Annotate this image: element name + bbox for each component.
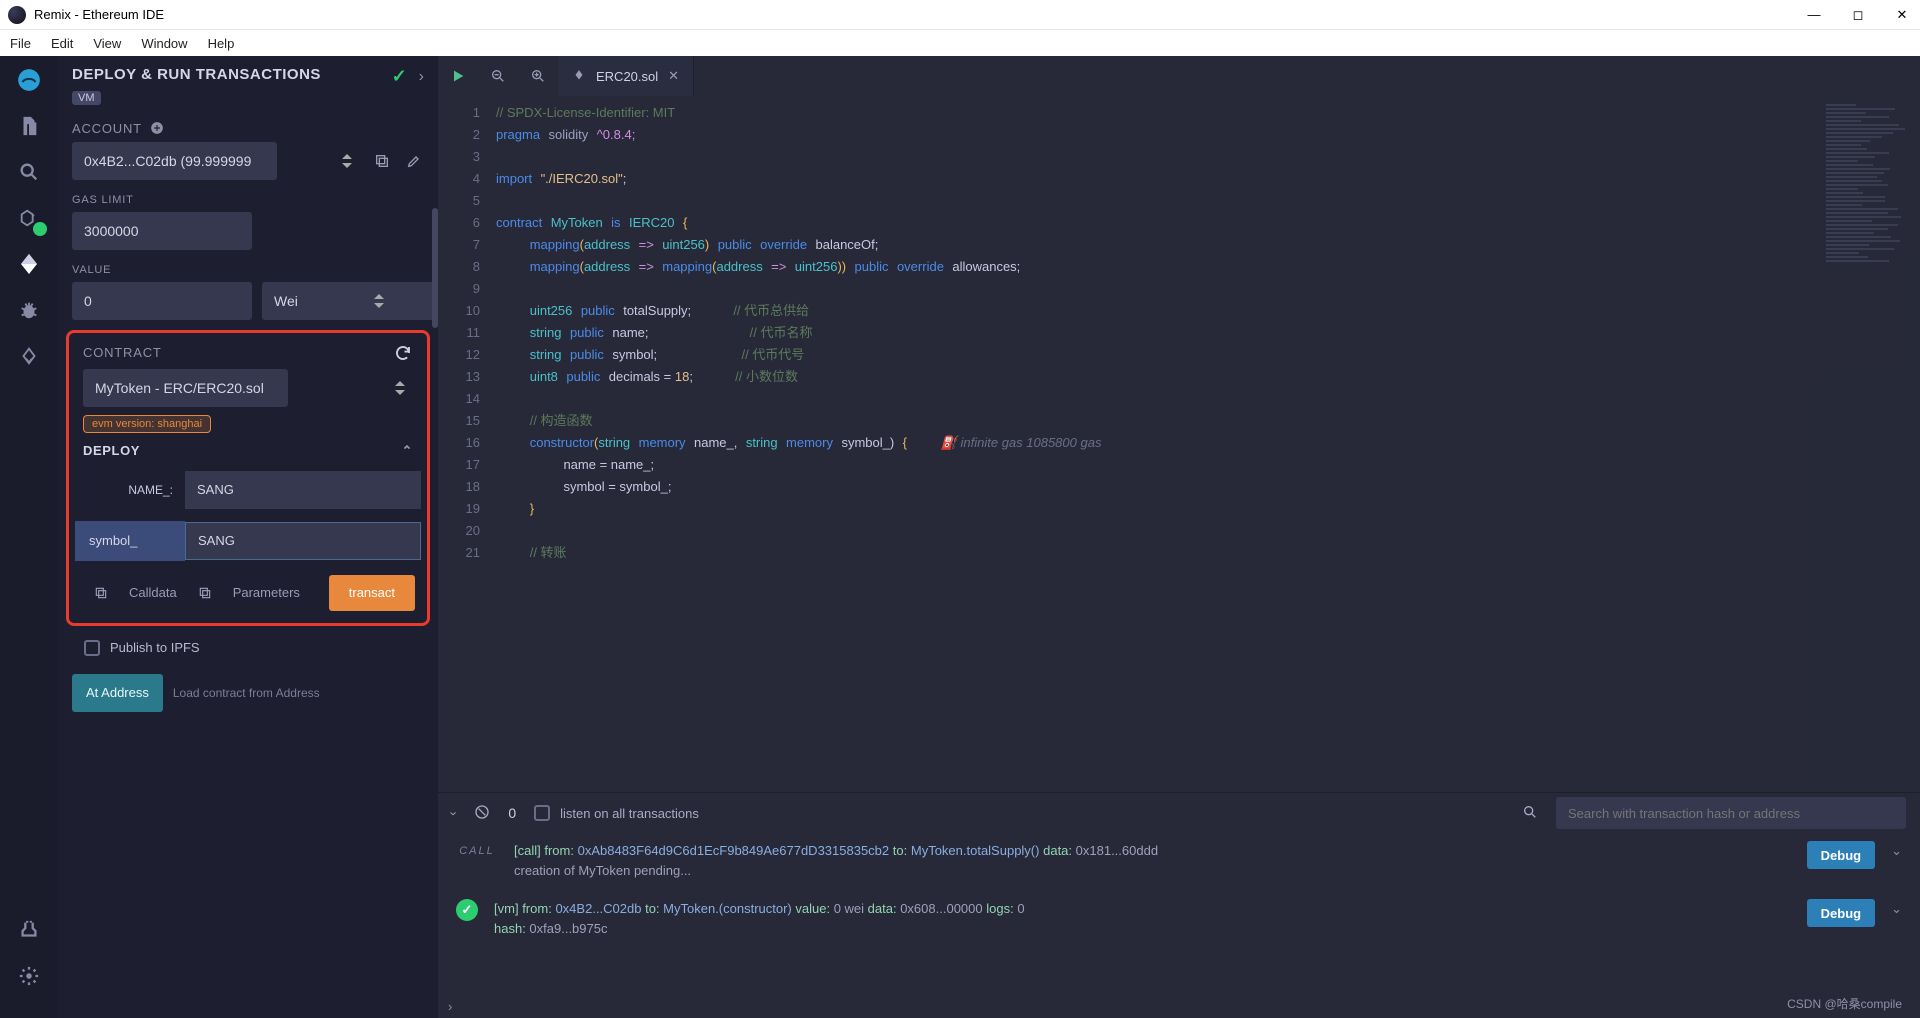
value-label: VALUE bbox=[58, 250, 438, 282]
call-badge: CALL bbox=[456, 841, 498, 861]
gas-limit-input[interactable] bbox=[72, 212, 252, 250]
expand-log-icon[interactable]: ⌄ bbox=[1891, 841, 1902, 861]
log-vm[interactable]: [vm] from: 0x4B2...C02db to: MyToken.(co… bbox=[494, 899, 1791, 919]
pending-count: 0 bbox=[508, 805, 516, 821]
remix-logo-icon bbox=[8, 6, 26, 24]
evm-version-tag: evm version: shanghai bbox=[83, 415, 211, 433]
compiler-icon[interactable] bbox=[15, 204, 43, 232]
terminal-toggle-icon[interactable]: › bbox=[447, 811, 462, 815]
file-explorer-icon[interactable] bbox=[15, 112, 43, 140]
panel-title: DEPLOY & RUN TRANSACTIONS bbox=[72, 66, 321, 85]
publish-ipfs-label: Publish to IPFS bbox=[110, 640, 200, 655]
contract-deploy-section: CONTRACT evm version: shanghai DEPLOY ⌃ … bbox=[66, 330, 430, 626]
plugin-icon[interactable] bbox=[15, 342, 43, 370]
settings-icon[interactable] bbox=[15, 962, 43, 990]
listen-label: listen on all transactions bbox=[560, 806, 699, 821]
account-label: ACCOUNT bbox=[58, 107, 438, 142]
copy-calldata-icon[interactable] bbox=[91, 583, 111, 603]
parameters-label[interactable]: Parameters bbox=[233, 585, 300, 600]
param-name-input[interactable] bbox=[185, 471, 421, 509]
menu-file[interactable]: File bbox=[10, 36, 31, 51]
collapse-deploy-icon[interactable]: ⌃ bbox=[402, 443, 414, 459]
zoom-out-button[interactable] bbox=[478, 56, 518, 96]
terminal-chevron-icon[interactable]: › bbox=[448, 999, 452, 1014]
edit-account-icon[interactable] bbox=[404, 151, 424, 171]
copy-parameters-icon[interactable] bbox=[195, 583, 215, 603]
terminal-search-input[interactable] bbox=[1556, 797, 1906, 829]
maximize-button[interactable]: ◻ bbox=[1848, 7, 1868, 23]
param-symbol-button[interactable]: symbol_ bbox=[75, 521, 185, 561]
icon-rail bbox=[0, 56, 58, 1018]
deploy-icon[interactable] bbox=[15, 250, 43, 278]
code-content[interactable]: // SPDX-License-Identifier: MIT pragma s… bbox=[490, 96, 1820, 792]
log-pending: creation of MyToken pending... bbox=[514, 861, 1791, 881]
debugger-icon[interactable] bbox=[15, 296, 43, 324]
watermark: CSDN @哈桑compile bbox=[1787, 995, 1902, 1012]
transact-button[interactable]: transact bbox=[329, 575, 415, 611]
solidity-file-icon bbox=[572, 69, 586, 83]
minimize-button[interactable]: — bbox=[1804, 7, 1824, 23]
editor-area: ERC20.sol ✕ 1234567891011121314151617181… bbox=[438, 56, 1920, 1018]
menu-window[interactable]: Window bbox=[141, 36, 187, 51]
log-call[interactable]: [call] from: 0xAb8483F64d9C6d1EcF9b849Ae… bbox=[514, 841, 1791, 861]
plugin-manager-icon[interactable] bbox=[15, 916, 43, 944]
terminal-search-icon[interactable] bbox=[1522, 804, 1538, 823]
menu-help[interactable]: Help bbox=[208, 36, 235, 51]
window-titlebar: Remix - Ethereum IDE — ◻ ✕ bbox=[0, 0, 1920, 30]
publish-ipfs-checkbox[interactable] bbox=[84, 640, 100, 656]
param-symbol-input[interactable] bbox=[185, 522, 421, 560]
log-hash: hash: 0xfa9...b975c bbox=[494, 919, 1791, 939]
calldata-label[interactable]: Calldata bbox=[129, 585, 177, 600]
editor-tabs: ERC20.sol ✕ bbox=[438, 56, 1920, 96]
plus-circle-icon[interactable] bbox=[150, 121, 164, 135]
debug-button[interactable]: Debug bbox=[1807, 899, 1875, 927]
menu-edit[interactable]: Edit bbox=[51, 36, 73, 51]
account-select[interactable] bbox=[72, 142, 277, 180]
at-address-placeholder[interactable]: Load contract from Address bbox=[173, 674, 424, 712]
terminal: › 0 listen on all transactions CALL [cal… bbox=[438, 792, 1920, 1018]
tab-erc20[interactable]: ERC20.sol ✕ bbox=[558, 56, 694, 96]
value-amount-input[interactable] bbox=[72, 282, 252, 320]
deploy-label: DEPLOY bbox=[83, 443, 140, 458]
menu-view[interactable]: View bbox=[93, 36, 121, 51]
close-window-button[interactable]: ✕ bbox=[1892, 7, 1912, 23]
check-icon: ✓ bbox=[392, 66, 407, 87]
tab-close-icon[interactable]: ✕ bbox=[668, 68, 679, 84]
gas-limit-label: GAS LIMIT bbox=[58, 180, 438, 212]
tab-label: ERC20.sol bbox=[596, 69, 658, 84]
listen-checkbox[interactable] bbox=[534, 805, 550, 821]
zoom-in-button[interactable] bbox=[518, 56, 558, 96]
debug-button[interactable]: Debug bbox=[1807, 841, 1875, 869]
minimap[interactable] bbox=[1820, 96, 1920, 792]
contract-select[interactable] bbox=[83, 369, 288, 407]
clear-terminal-icon[interactable] bbox=[474, 804, 490, 823]
expand-log-icon[interactable]: ⌄ bbox=[1891, 899, 1902, 919]
chevron-right-icon[interactable]: › bbox=[419, 68, 424, 86]
menu-bar: File Edit View Window Help bbox=[0, 30, 1920, 56]
vm-badge: VM bbox=[72, 91, 101, 105]
deploy-panel: DEPLOY & RUN TRANSACTIONS VM ✓ › ACCOUNT… bbox=[58, 56, 438, 1018]
param-name-label: NAME_: bbox=[75, 483, 185, 497]
success-icon bbox=[456, 899, 478, 921]
run-button[interactable] bbox=[438, 56, 478, 96]
refresh-icon[interactable] bbox=[393, 343, 413, 363]
contract-label: CONTRACT bbox=[83, 345, 162, 360]
copy-account-icon[interactable] bbox=[372, 151, 392, 171]
line-gutter: 123456789101112131415161718192021 bbox=[438, 96, 490, 792]
at-address-button[interactable]: At Address bbox=[72, 674, 163, 712]
search-icon[interactable] bbox=[15, 158, 43, 186]
home-icon[interactable] bbox=[15, 66, 43, 94]
window-title: Remix - Ethereum IDE bbox=[34, 7, 1796, 22]
